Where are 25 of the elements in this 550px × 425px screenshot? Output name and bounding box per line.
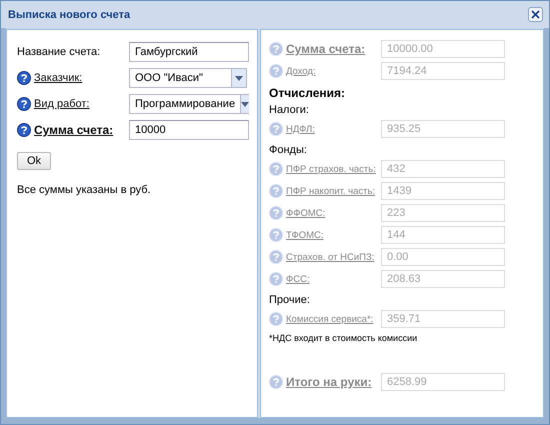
- help-icon[interactable]: [17, 123, 31, 137]
- dropdown[interactable]: ООО "Иваси": [129, 68, 247, 88]
- group-label: Фонды:: [269, 143, 308, 157]
- caret-icon: [235, 76, 243, 80]
- caret-icon: [241, 102, 250, 106]
- dropdown-value: ООО "Иваси": [134, 72, 204, 84]
- section-heading: Отчисления:: [269, 87, 346, 100]
- group-label: Налоги:: [269, 103, 310, 117]
- help-icon[interactable]: [17, 71, 31, 85]
- close-icon: [531, 10, 540, 19]
- ok-button[interactable]: Ok: [17, 152, 51, 170]
- dropdown-value: Программирование: [134, 98, 236, 110]
- window-title: Выписка нового счета: [8, 8, 130, 20]
- field-label: Название счета:: [17, 46, 100, 58]
- currency-note: Все суммы указаны в руб.: [17, 184, 152, 196]
- field-link[interactable]: Сумма счета:: [34, 123, 114, 137]
- input-field[interactable]: 10000: [129, 120, 249, 140]
- dropdown[interactable]: Программирование: [129, 94, 249, 114]
- help-icon[interactable]: [17, 97, 31, 111]
- field-link[interactable]: Вид работ:: [34, 98, 90, 110]
- input-field[interactable]: Гамбургский: [129, 42, 249, 62]
- group-label: Прочие:: [269, 293, 311, 307]
- close-button[interactable]: [528, 7, 543, 22]
- field-link[interactable]: Заказчик:: [34, 72, 82, 84]
- footnote: *НДС входит в стоимость комиссии: [269, 333, 418, 343]
